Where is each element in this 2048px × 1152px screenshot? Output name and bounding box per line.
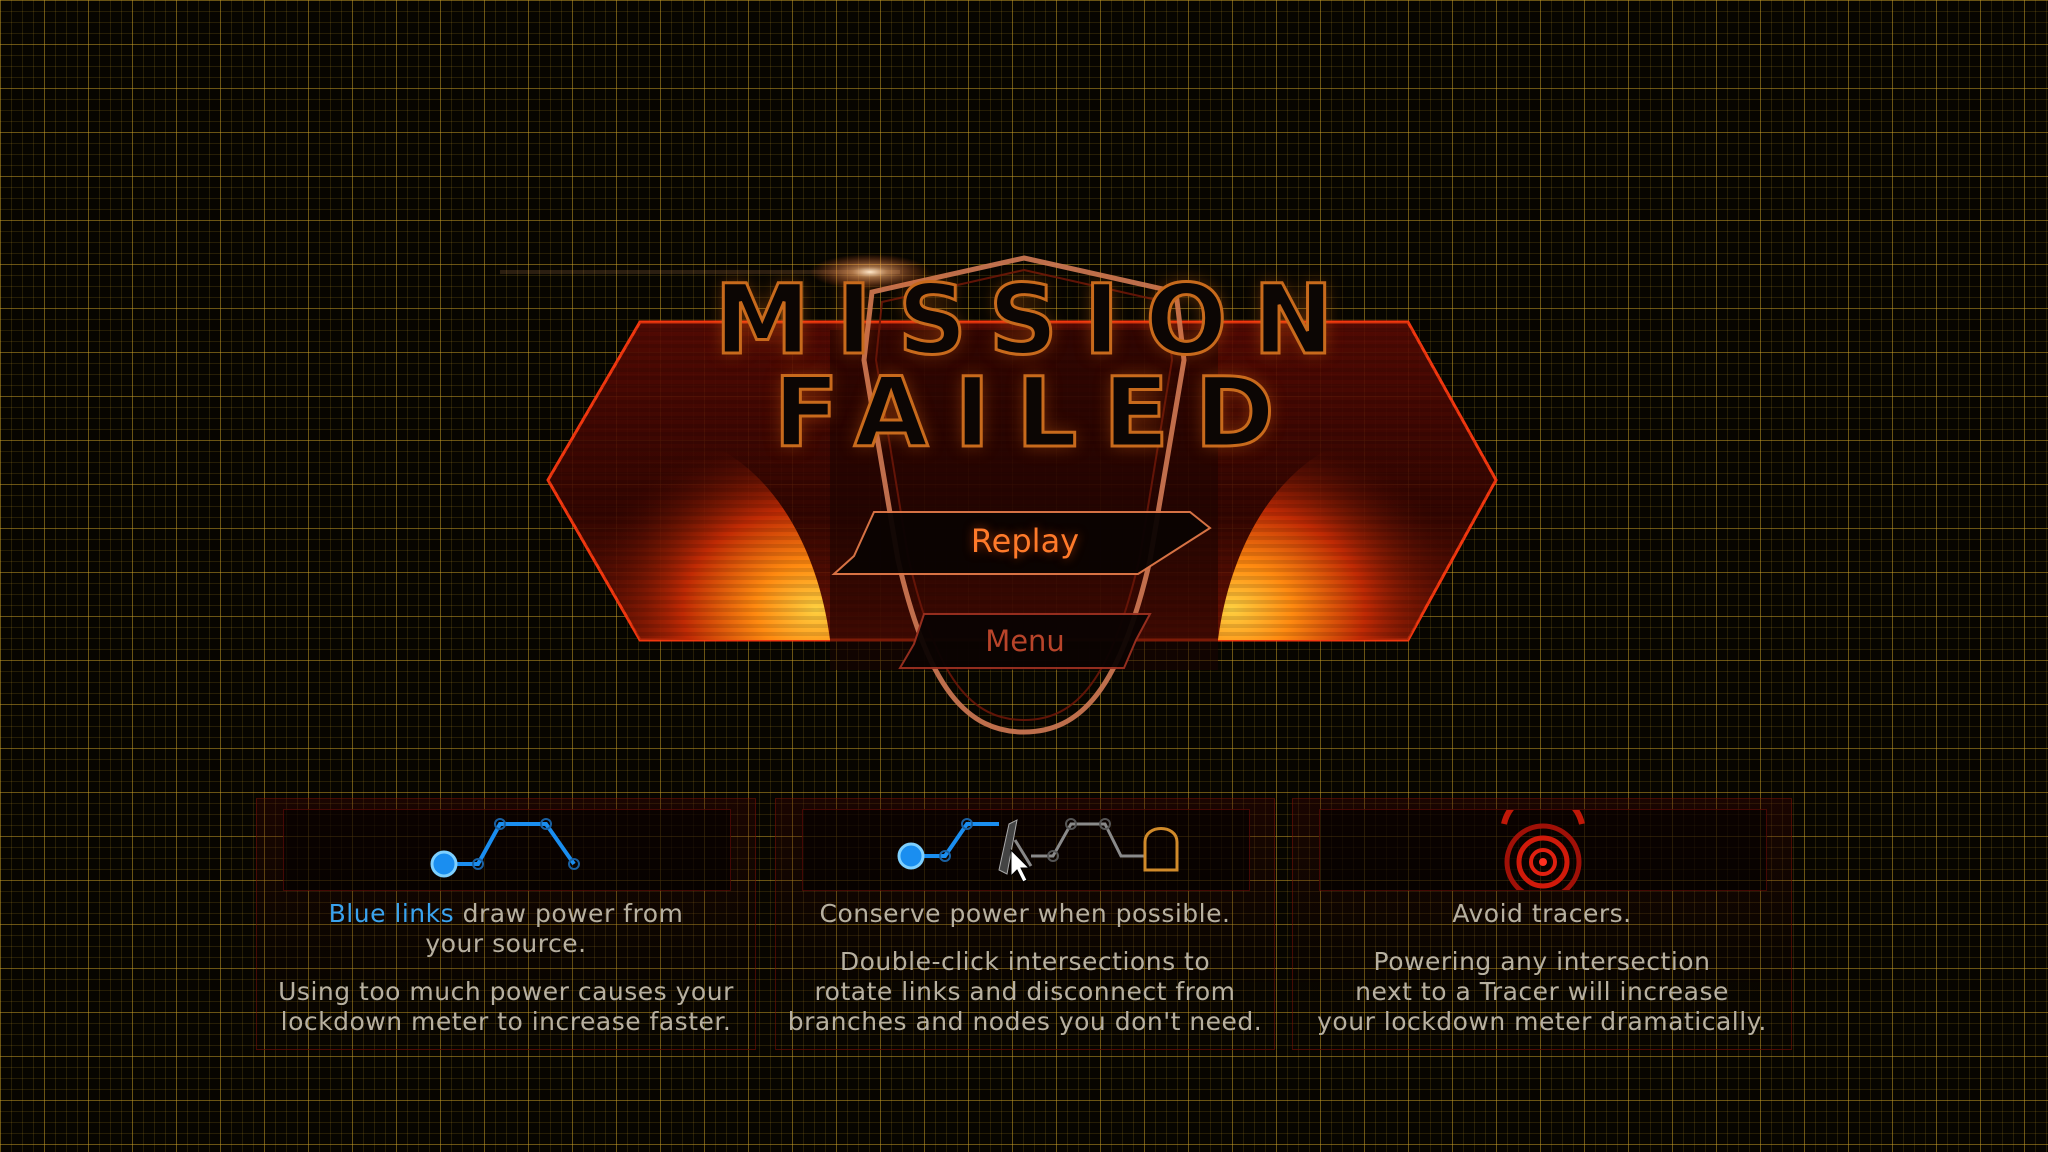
tip-2-body-line3: branches and nodes you don't need. xyxy=(787,1007,1263,1036)
tip-2-body: Double-click intersections to rotate lin… xyxy=(776,947,1274,1037)
tip-icon-frame xyxy=(283,809,731,891)
tip-icon-frame xyxy=(1319,809,1767,891)
tip-1-heading: Blue links draw power from your source. xyxy=(257,899,755,959)
tracer-icon xyxy=(1501,810,1585,890)
tip-panel-avoid-tracers: Avoid tracers. Powering any intersection… xyxy=(1292,798,1792,1050)
tip-3-heading-line1: Avoid tracers. xyxy=(1452,899,1632,928)
game-screen: MISSION FAILED Replay Menu Blue links dr… xyxy=(0,0,2048,1152)
tip-3-body-line2: next to a Tracer will increase xyxy=(1355,977,1729,1006)
tip-2-body-line2: rotate links and disconnect from xyxy=(814,977,1236,1006)
tip-panel-conserve-power: Conserve power when possible. Double-cli… xyxy=(775,798,1275,1050)
replay-button[interactable]: Replay xyxy=(830,512,1220,574)
tip-2-body-line1: Double-click intersections to xyxy=(839,947,1211,976)
blue-links-highlight: Blue links xyxy=(328,899,455,928)
tip-1-body-line2: lockdown meter to increase faster. xyxy=(280,1007,732,1036)
tip-1-body-line1: Using too much power causes your xyxy=(278,977,734,1006)
tip-1-heading-rest: draw power from xyxy=(454,899,684,928)
tip-3-body-line3: your lockdown meter dramatically. xyxy=(1317,1007,1767,1036)
title-failed: FAILED xyxy=(772,357,1301,469)
tip-panel-blue-links: Blue links draw power from your source. … xyxy=(256,798,756,1050)
tip-3-heading: Avoid tracers. xyxy=(1293,899,1791,929)
menu-label: Menu xyxy=(985,624,1065,658)
tip-3-body: Powering any intersection next to a Trac… xyxy=(1293,947,1791,1037)
blue-link-icon xyxy=(430,818,580,878)
tip-1-body: Using too much power causes your lockdow… xyxy=(257,977,755,1037)
tip-2-heading-line1: Conserve power when possible. xyxy=(819,899,1231,928)
tip-3-body-line1: Powering any intersection xyxy=(1373,947,1711,976)
tip-2-heading: Conserve power when possible. xyxy=(776,899,1274,929)
tip-icon-frame xyxy=(802,809,1250,891)
replay-label: Replay xyxy=(970,522,1080,560)
rotate-link-icon xyxy=(897,818,1179,883)
title-mission: MISSION xyxy=(713,264,1360,376)
menu-button[interactable]: Menu xyxy=(900,614,1150,670)
tip-1-heading-line2: your source. xyxy=(425,929,587,958)
